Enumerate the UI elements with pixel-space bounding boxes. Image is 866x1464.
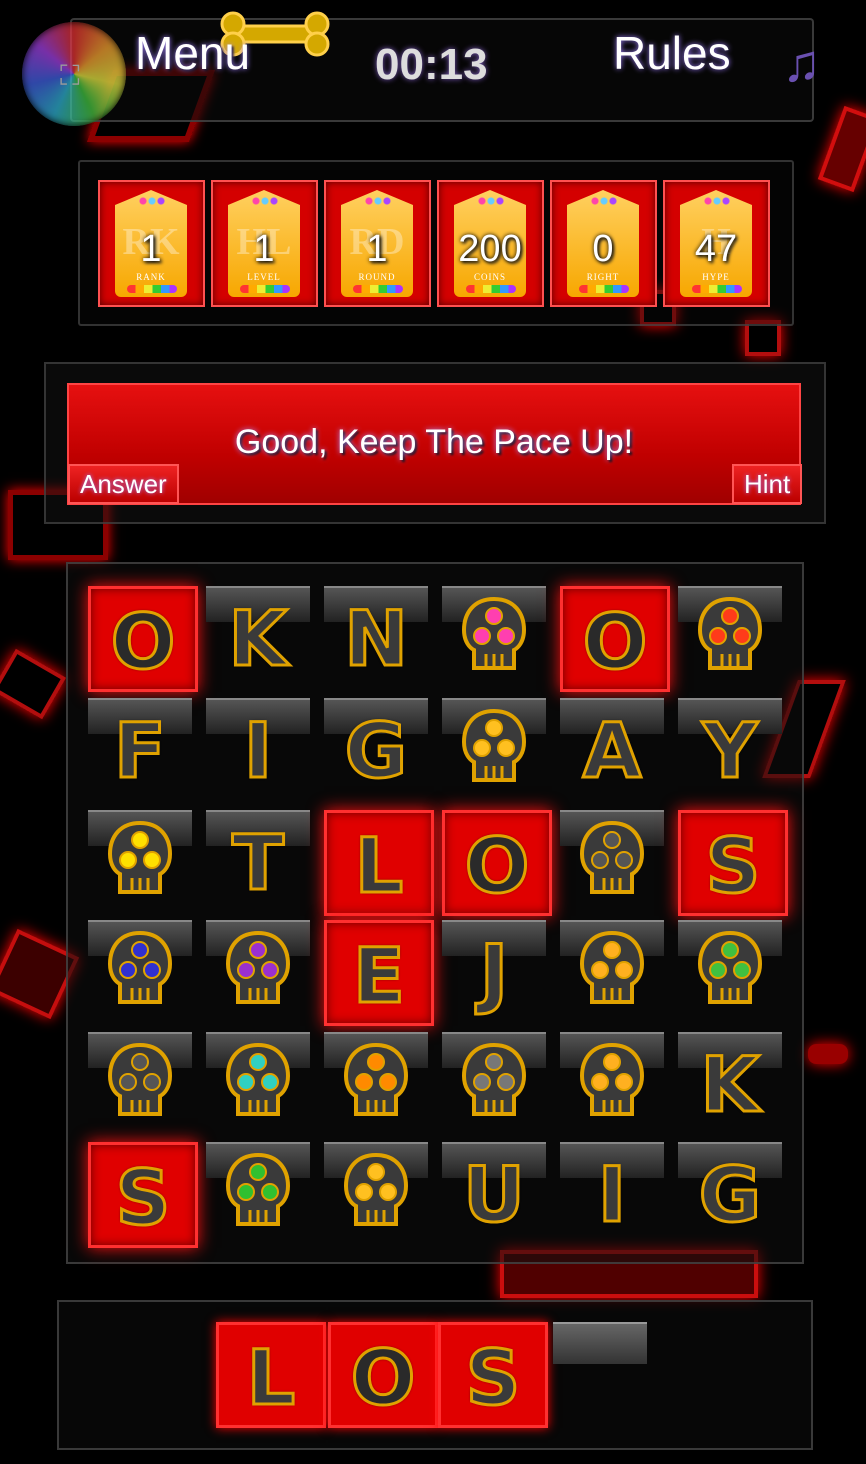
stat-round: RD 1 ROUND bbox=[324, 180, 431, 307]
tile-letter: J bbox=[478, 927, 509, 1019]
timer: 00:13 bbox=[375, 40, 488, 89]
letter-tile-l[interactable]: L bbox=[324, 810, 434, 916]
letter-tile-e[interactable]: E bbox=[324, 920, 434, 1026]
letter-tile-o[interactable]: O bbox=[88, 586, 198, 692]
tile-letter: F bbox=[113, 705, 168, 797]
answer-slot-s[interactable]: S bbox=[438, 1322, 548, 1428]
answer-slot-o[interactable]: O bbox=[328, 1322, 438, 1428]
stat-label: RANK bbox=[136, 272, 166, 282]
skull-tile[interactable] bbox=[442, 586, 546, 686]
tag-icon: RD 1 ROUND bbox=[341, 190, 413, 297]
skull-tile[interactable] bbox=[560, 1032, 664, 1132]
stat-label: LEVEL bbox=[247, 272, 281, 282]
skull-tile[interactable] bbox=[88, 810, 192, 910]
stat-value: 0 bbox=[592, 228, 614, 270]
letter-tile-o[interactable]: O bbox=[442, 810, 552, 916]
letter-tile-y[interactable]: Y bbox=[678, 698, 782, 798]
tag-icon: 200 COINS bbox=[454, 190, 526, 297]
tag-icon: H 47 HYPE bbox=[680, 190, 752, 297]
skull-tile[interactable] bbox=[88, 920, 192, 1020]
letter-tile-t[interactable]: T bbox=[206, 810, 310, 910]
stat-hype: H 47 HYPE bbox=[663, 180, 770, 307]
answer-slot-l[interactable]: L bbox=[216, 1322, 326, 1428]
tile-letter: I bbox=[242, 705, 273, 797]
music-toggle[interactable]: ♫ bbox=[782, 34, 821, 94]
skull-tile[interactable] bbox=[206, 1142, 310, 1242]
fullscreen-icon: ⛶ bbox=[60, 60, 80, 91]
tag-icon: RK 1 RANK bbox=[115, 190, 187, 297]
message-text: Good, Keep The Pace Up! bbox=[234, 423, 634, 461]
tile-letter: K bbox=[227, 593, 289, 685]
skull-tile[interactable] bbox=[206, 1032, 310, 1132]
tile-letter: G bbox=[343, 705, 408, 797]
tile-letter: U bbox=[462, 1149, 527, 1241]
stat-value: 47 bbox=[694, 228, 738, 270]
stat-value: 1 bbox=[253, 228, 275, 270]
answer-button[interactable]: Answer bbox=[68, 464, 179, 504]
letter-tile-f[interactable]: F bbox=[88, 698, 192, 798]
letter-tile-o[interactable]: O bbox=[560, 586, 670, 692]
stat-label: RIGHT bbox=[586, 272, 620, 282]
tag-icon: 0 RIGHT bbox=[567, 190, 639, 297]
tag-icon: HL 1 LEVEL bbox=[228, 190, 300, 297]
skull-tile[interactable] bbox=[88, 1032, 192, 1132]
letter-tile-s[interactable]: S bbox=[678, 810, 788, 916]
stat-coins: 200 COINS bbox=[437, 180, 544, 307]
fullscreen-button[interactable]: ⛶ bbox=[22, 22, 126, 126]
letter-tile-n[interactable]: N bbox=[324, 586, 428, 686]
stat-level: HL 1 LEVEL bbox=[211, 180, 318, 307]
rules-button[interactable]: Rules bbox=[613, 26, 731, 80]
menu-button[interactable]: Menu bbox=[135, 26, 250, 80]
stat-right: 0 RIGHT bbox=[550, 180, 657, 307]
music-note-icon: ♫ bbox=[782, 35, 821, 93]
letter-tile-k[interactable]: K bbox=[206, 586, 310, 686]
tile-letter: A bbox=[581, 705, 643, 797]
tile-letter: E bbox=[352, 930, 407, 1022]
skull-tile[interactable] bbox=[560, 920, 664, 1020]
tile-letter: S bbox=[704, 820, 762, 912]
tile-letter: O bbox=[581, 596, 649, 688]
tile-letter: Y bbox=[701, 705, 759, 797]
stat-label: ROUND bbox=[358, 272, 396, 282]
skull-tile[interactable] bbox=[206, 920, 310, 1020]
stat-value: 200 bbox=[458, 228, 522, 270]
tile-letter: O bbox=[463, 820, 531, 912]
skull-tile[interactable] bbox=[324, 1032, 428, 1132]
tile-letter: G bbox=[697, 1149, 762, 1241]
letter-tile-s[interactable]: S bbox=[88, 1142, 198, 1248]
skull-tile[interactable] bbox=[324, 1142, 428, 1242]
skull-tile[interactable] bbox=[442, 1032, 546, 1132]
skull-tile[interactable] bbox=[442, 698, 546, 798]
tile-letter: K bbox=[699, 1039, 761, 1131]
letter-tile-j[interactable]: J bbox=[442, 920, 546, 1020]
stat-rank: RK 1 RANK bbox=[98, 180, 205, 307]
skull-tile[interactable] bbox=[678, 586, 782, 686]
skull-tile[interactable] bbox=[678, 920, 782, 1020]
answer-slot-empty[interactable] bbox=[553, 1322, 657, 1422]
slot-letter: O bbox=[349, 1332, 417, 1424]
letter-tile-a[interactable]: A bbox=[560, 698, 664, 798]
tile-letter: L bbox=[353, 820, 404, 912]
skull-tile[interactable] bbox=[560, 810, 664, 910]
tile-letter: T bbox=[231, 817, 286, 909]
letter-tile-i[interactable]: I bbox=[206, 698, 310, 798]
letter-tile-g[interactable]: G bbox=[678, 1142, 782, 1242]
letter-tile-k[interactable]: K bbox=[678, 1032, 782, 1132]
tile-letter: I bbox=[596, 1149, 627, 1241]
hint-button[interactable]: Hint bbox=[732, 464, 803, 504]
slot-letter: S bbox=[464, 1332, 522, 1424]
letter-tile-i[interactable]: I bbox=[560, 1142, 664, 1242]
tile-letter: N bbox=[343, 593, 410, 685]
stat-label: COINS bbox=[473, 272, 506, 282]
slot-letter: L bbox=[245, 1332, 296, 1424]
stat-value: 1 bbox=[140, 228, 162, 270]
tile-letter: S bbox=[114, 1152, 172, 1244]
tile-letter: O bbox=[109, 596, 177, 688]
stat-value: 1 bbox=[366, 228, 388, 270]
letter-tile-g[interactable]: G bbox=[324, 698, 428, 798]
stat-label: HYPE bbox=[702, 272, 730, 282]
letter-tile-u[interactable]: U bbox=[442, 1142, 546, 1242]
